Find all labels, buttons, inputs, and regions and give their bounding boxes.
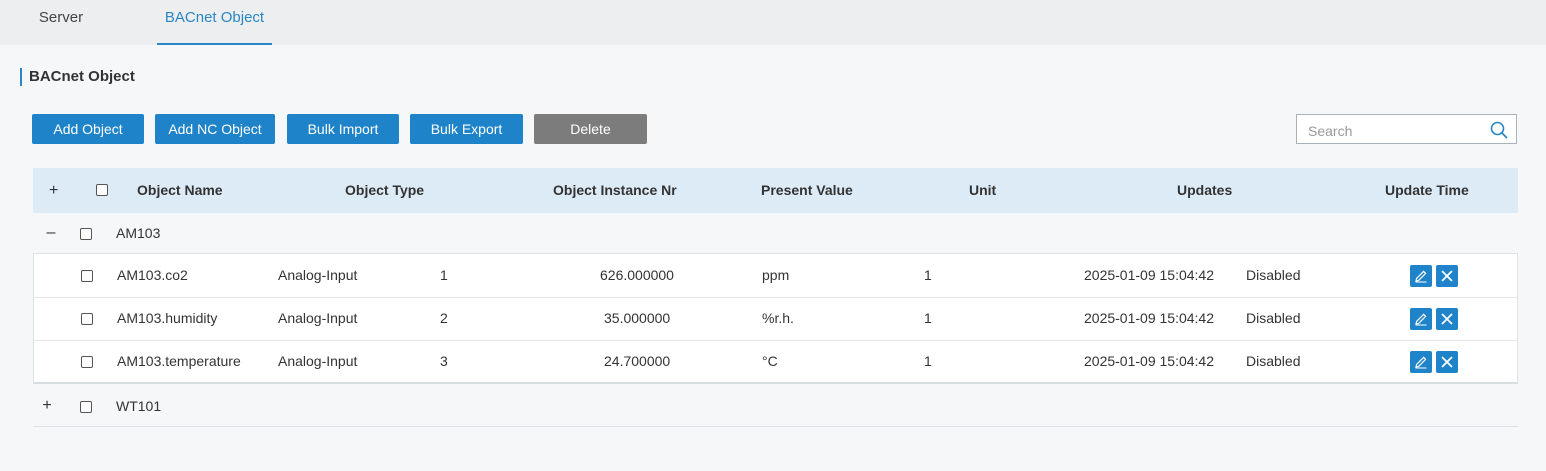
cell-updates: 1 [924, 310, 932, 326]
add-nc-object-button[interactable]: Add NC Object [155, 114, 275, 144]
remove-button[interactable] [1436, 308, 1458, 330]
edit-button[interactable] [1410, 308, 1432, 330]
table-row: AM103.temperature Analog-Input 3 24.7000… [34, 340, 1517, 383]
cell-present-value: 24.700000 [604, 353, 671, 369]
tab-server[interactable]: Server [37, 0, 85, 45]
cell-status: Disabled [1246, 267, 1301, 283]
close-icon [1441, 356, 1453, 368]
close-icon [1441, 313, 1453, 325]
select-all-checkbox[interactable] [96, 184, 108, 196]
group-rows-am103: AM103.co2 Analog-Input 1 626.000000 ppm … [33, 253, 1518, 384]
header-unit: Unit [969, 182, 997, 198]
group-row-am103: – AM103 [33, 213, 1518, 253]
group-name: AM103 [116, 225, 161, 241]
row-checkbox[interactable] [81, 313, 93, 325]
header-present-value: Present Value [761, 182, 853, 198]
row-checkbox[interactable] [81, 356, 93, 368]
search-icon[interactable] [1490, 121, 1508, 139]
table-row: AM103.co2 Analog-Input 1 626.000000 ppm … [34, 254, 1517, 298]
tab-bar: Server BACnet Object [0, 0, 1546, 45]
cell-status: Disabled [1246, 353, 1301, 369]
search-box [1296, 114, 1517, 144]
section-title: BACnet Object [20, 68, 135, 86]
row-checkbox[interactable] [81, 270, 93, 282]
edit-button[interactable] [1410, 351, 1432, 373]
group-name: WT101 [116, 398, 162, 414]
expand-toggle[interactable]: + [39, 386, 55, 426]
cell-unit: °C [762, 353, 778, 369]
table-header: + Object Name Object Type Object Instanc… [33, 168, 1518, 213]
header-object-name: Object Name [137, 182, 223, 198]
group-checkbox[interactable] [80, 228, 92, 240]
cell-status: Disabled [1246, 310, 1301, 326]
bulk-export-button[interactable]: Bulk Export [410, 114, 523, 144]
cell-update-time: 2025-01-09 15:04:42 [1084, 267, 1214, 283]
group-row-wt101: + WT101 [33, 386, 1518, 426]
add-object-button[interactable]: Add Object [32, 114, 144, 144]
header-object-type: Object Type [345, 182, 425, 198]
remove-button[interactable] [1436, 265, 1458, 287]
edit-button[interactable] [1410, 265, 1432, 287]
cell-object-name: AM103.temperature [117, 353, 241, 369]
cell-object-instance: 2 [440, 310, 448, 326]
cell-update-time: 2025-01-09 15:04:42 [1084, 353, 1214, 369]
cell-present-value: 35.000000 [604, 310, 671, 326]
cell-unit: %r.h. [762, 310, 794, 326]
cell-unit: ppm [762, 267, 790, 283]
pencil-icon [1415, 313, 1427, 326]
table-row: AM103.humidity Analog-Input 2 35.000000 … [34, 297, 1517, 341]
expand-all-toggle[interactable]: + [49, 168, 58, 213]
cell-updates: 1 [924, 353, 932, 369]
cell-object-type: Analog-Input [278, 353, 358, 369]
table-bottom-divider [33, 426, 1518, 427]
cell-object-name: AM103.co2 [117, 267, 188, 283]
group-checkbox[interactable] [80, 401, 92, 413]
search-input[interactable] [1306, 121, 1485, 141]
cell-object-instance: 3 [440, 353, 448, 369]
bulk-import-button[interactable]: Bulk Import [287, 114, 399, 144]
header-update-time: Update Time [1385, 182, 1469, 198]
remove-button[interactable] [1436, 351, 1458, 373]
header-object-instance: Object Instance Nr [553, 182, 677, 198]
cell-object-instance: 1 [440, 267, 448, 283]
pencil-icon [1415, 270, 1427, 283]
delete-button[interactable]: Delete [534, 114, 647, 144]
pencil-icon [1415, 356, 1427, 369]
cell-update-time: 2025-01-09 15:04:42 [1084, 310, 1214, 326]
cell-present-value: 626.000000 [600, 267, 674, 283]
tab-bacnet-object[interactable]: BACnet Object [157, 0, 272, 45]
cell-object-name: AM103.humidity [117, 310, 218, 326]
close-icon [1441, 270, 1453, 282]
cell-object-type: Analog-Input [278, 267, 358, 283]
cell-object-type: Analog-Input [278, 310, 358, 326]
header-updates: Updates [1177, 182, 1233, 198]
collapse-toggle[interactable]: – [43, 213, 59, 253]
cell-updates: 1 [924, 267, 932, 283]
